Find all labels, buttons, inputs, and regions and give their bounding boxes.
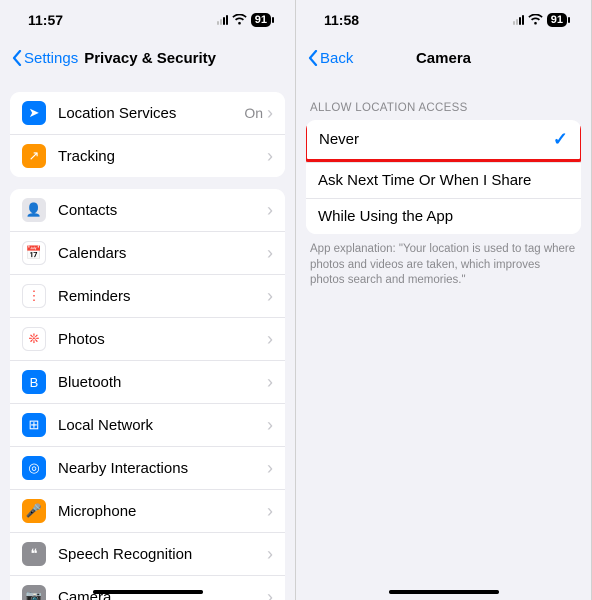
- row-label: Tracking: [58, 148, 267, 165]
- row-label: Photos: [58, 331, 267, 348]
- option-label: Never: [319, 131, 553, 148]
- chevron-right-icon: ›: [267, 501, 273, 522]
- row-icon: 👤: [22, 198, 46, 222]
- cellular-signal-icon: [513, 15, 524, 25]
- row-label: Location Services: [58, 105, 244, 122]
- row-icon: B: [22, 370, 46, 394]
- row-label: Microphone: [58, 503, 267, 520]
- settings-row-photos[interactable]: ❊ Photos›: [10, 317, 285, 360]
- chevron-right-icon: ›: [267, 286, 273, 307]
- row-label: Calendars: [58, 245, 267, 262]
- row-label: Speech Recognition: [58, 546, 267, 563]
- chevron-left-icon: [12, 50, 22, 66]
- settings-row-tracking[interactable]: ↗ Tracking›: [10, 134, 285, 177]
- row-icon: ➤: [22, 101, 46, 125]
- back-button[interactable]: Back: [308, 50, 353, 67]
- cellular-signal-icon: [217, 15, 228, 25]
- settings-row-location-services[interactable]: ➤ Location ServicesOn›: [10, 92, 285, 134]
- home-indicator[interactable]: [389, 590, 499, 594]
- option-label: Ask Next Time Or When I Share: [318, 172, 569, 189]
- settings-row-nearby-interactions[interactable]: ◎ Nearby Interactions›: [10, 446, 285, 489]
- settings-row-camera[interactable]: 📷Camera›: [10, 575, 285, 600]
- row-label: Contacts: [58, 202, 267, 219]
- phone-privacy-security: 11:57 91 Settings Privacy & Security ➤ Lo…: [0, 0, 296, 600]
- row-label: Bluetooth: [58, 374, 267, 391]
- wifi-icon: [232, 13, 247, 28]
- option-label: While Using the App: [318, 208, 569, 225]
- settings-row-reminders[interactable]: ⋮ Reminders›: [10, 274, 285, 317]
- row-icon: 📅: [22, 241, 46, 265]
- row-icon: 📷: [22, 585, 46, 600]
- settings-row-bluetooth[interactable]: B Bluetooth›: [10, 360, 285, 403]
- chevron-right-icon: ›: [267, 243, 273, 264]
- chevron-right-icon: ›: [267, 587, 273, 600]
- location-option-ask-next-time-or-when-i-share[interactable]: Ask Next Time Or When I Share: [306, 162, 581, 198]
- page-title: Privacy & Security: [84, 50, 216, 67]
- row-icon: ◎: [22, 456, 46, 480]
- back-label: Back: [320, 50, 353, 67]
- settings-group-primary: ➤Location ServicesOn›↗Tracking›: [10, 92, 285, 177]
- status-icons: 91: [513, 13, 567, 28]
- status-time: 11:57: [28, 12, 63, 28]
- back-label: Settings: [24, 50, 78, 67]
- chevron-right-icon: ›: [267, 458, 273, 479]
- chevron-right-icon: ›: [267, 544, 273, 565]
- battery-indicator: 91: [251, 13, 271, 27]
- status-bar: 11:57 91: [0, 0, 295, 40]
- chevron-right-icon: ›: [267, 372, 273, 393]
- status-bar: 11:58 91: [296, 0, 591, 40]
- row-label: Nearby Interactions: [58, 460, 267, 477]
- row-icon: ⋮: [22, 284, 46, 308]
- chevron-right-icon: ›: [267, 415, 273, 436]
- settings-content: ➤Location ServicesOn›↗Tracking› 👤Contact…: [0, 92, 295, 600]
- section-header: Allow Location Access: [296, 80, 591, 120]
- chevron-right-icon: ›: [267, 146, 273, 167]
- chevron-right-icon: ›: [267, 200, 273, 221]
- settings-row-calendars[interactable]: 📅 Calendars›: [10, 231, 285, 274]
- settings-group-secondary: 👤Contacts›📅Calendars›⋮Reminders›❊Photos›…: [10, 189, 285, 600]
- phone-camera-location: 11:58 91 Back Camera Allow Location Acce…: [296, 0, 592, 600]
- row-icon: ⊞: [22, 413, 46, 437]
- row-icon: ❊: [22, 327, 46, 351]
- settings-row-contacts[interactable]: 👤 Contacts›: [10, 189, 285, 231]
- row-label: Reminders: [58, 288, 267, 305]
- back-button[interactable]: Settings: [12, 50, 78, 67]
- row-icon: ❝: [22, 542, 46, 566]
- home-indicator[interactable]: [93, 590, 203, 594]
- status-icons: 91: [217, 13, 271, 28]
- settings-row-local-network[interactable]: ⊞ Local Network›: [10, 403, 285, 446]
- settings-row-speech-recognition[interactable]: ❝ Speech Recognition›: [10, 532, 285, 575]
- location-option-while-using-the-app[interactable]: While Using the App: [306, 198, 581, 234]
- status-time: 11:58: [324, 12, 359, 28]
- row-icon: 🎤: [22, 499, 46, 523]
- nav-bar: Back Camera: [296, 40, 591, 80]
- chevron-right-icon: ›: [267, 103, 273, 124]
- battery-indicator: 91: [547, 13, 567, 27]
- wifi-icon: [528, 13, 543, 28]
- location-option-never[interactable]: Never✓: [306, 120, 581, 162]
- section-footer: App explanation: "Your location is used …: [296, 234, 591, 289]
- nav-bar: Settings Privacy & Security: [0, 40, 295, 80]
- location-options-group: Never✓ Ask Next Time Or When I Share While…: [306, 120, 581, 234]
- row-value: On: [244, 105, 263, 121]
- row-icon: ↗: [22, 144, 46, 168]
- settings-row-microphone[interactable]: 🎤 Microphone›: [10, 489, 285, 532]
- location-access-section: Allow Location Access Never✓ Ask Next Tim…: [296, 80, 591, 289]
- checkmark-icon: ✓: [553, 129, 568, 150]
- chevron-right-icon: ›: [267, 329, 273, 350]
- row-label: Local Network: [58, 417, 267, 434]
- chevron-left-icon: [308, 50, 318, 66]
